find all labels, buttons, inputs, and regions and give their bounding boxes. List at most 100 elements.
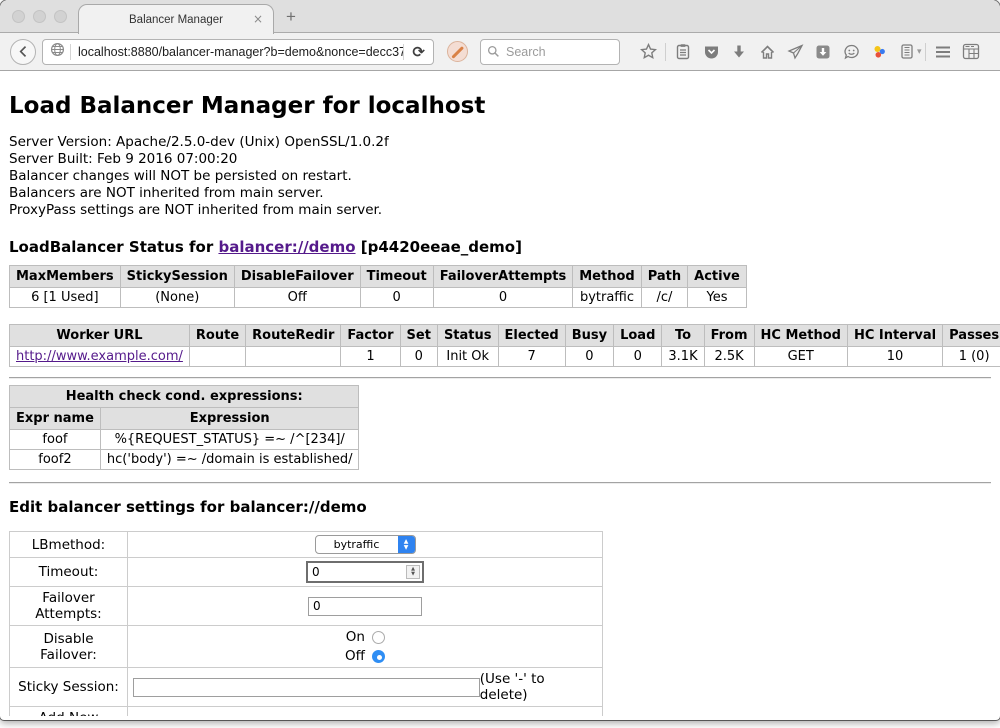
disable-failover-row: Disable Failover: On Off bbox=[10, 626, 603, 668]
back-button[interactable] bbox=[10, 39, 36, 65]
hc-interval-value: 10 bbox=[847, 347, 942, 367]
col-disablefailover: DisableFailover bbox=[234, 266, 360, 288]
sticky-session-row: Sticky Session: (Use '-' to delete) bbox=[10, 668, 603, 707]
tab-strip: Balancer Manager × + bbox=[0, 0, 1000, 33]
timeout-row: Timeout: ▲▼ bbox=[10, 558, 603, 587]
search-placeholder: Search bbox=[506, 45, 546, 59]
tab-balancer-manager[interactable]: Balancer Manager × bbox=[78, 4, 274, 34]
col-status: Status bbox=[437, 325, 498, 347]
health-check-row: foof %{REQUEST_STATUS} =~ /^[234]/ bbox=[10, 430, 359, 450]
minimize-window-button[interactable] bbox=[33, 10, 46, 23]
maxmembers-value: 6 [1 Used] bbox=[10, 288, 121, 308]
failover-attempts-input[interactable] bbox=[308, 597, 422, 616]
sticky-session-label: Sticky Session: bbox=[10, 668, 128, 707]
col-method: Method bbox=[573, 266, 641, 288]
edit-settings-heading: Edit balancer settings for balancer://de… bbox=[9, 498, 991, 516]
col-factor: Factor bbox=[341, 325, 400, 347]
tile-grid-icon[interactable] bbox=[957, 43, 985, 60]
extensions-dots-icon[interactable] bbox=[865, 44, 893, 60]
send-tab-icon[interactable] bbox=[781, 44, 809, 60]
col-load: Load bbox=[614, 325, 662, 347]
expr-name-value: foof bbox=[10, 430, 101, 450]
urlbar-separator bbox=[403, 44, 404, 60]
archive-dropdown-caret-icon[interactable]: ▾ bbox=[917, 47, 922, 57]
busy-value: 0 bbox=[565, 347, 613, 367]
factor-value: 1 bbox=[341, 347, 400, 367]
disablefailover-value: Off bbox=[234, 288, 360, 308]
routeredir-value bbox=[246, 347, 341, 367]
pocket-icon[interactable] bbox=[697, 44, 725, 60]
reload-icon[interactable]: ⟳ bbox=[412, 43, 425, 61]
worker-header-row: Worker URL Route RouteRedir Factor Set S… bbox=[10, 325, 1000, 347]
page-content: Load Balancer Manager for localhost Serv… bbox=[0, 71, 1000, 716]
bookmarks-clipboard-icon[interactable] bbox=[669, 43, 697, 60]
search-bar[interactable]: Search bbox=[480, 39, 620, 65]
col-hc-interval: HC Interval bbox=[847, 325, 942, 347]
server-version-line: Server Version: Apache/2.5.0-dev (Unix) … bbox=[9, 134, 991, 151]
content-blocked-icon[interactable] bbox=[447, 41, 468, 62]
expression-value: %{REQUEST_STATUS} =~ /^[234]/ bbox=[100, 430, 359, 450]
add-worker-row: Add New Worker: Are you sure? bbox=[10, 707, 603, 717]
server-info: Server Version: Apache/2.5.0-dev (Unix) … bbox=[9, 134, 991, 219]
tab-title: Balancer Manager bbox=[129, 14, 223, 26]
stickysession-value: (None) bbox=[120, 288, 234, 308]
add-worker-label: Add New Worker: bbox=[10, 707, 128, 717]
balancer-status-row: 6 [1 Used] (None) Off 0 0 bytraffic /c/ … bbox=[10, 288, 747, 308]
site-identity-globe-icon[interactable] bbox=[50, 42, 65, 61]
balancer-demo-link[interactable]: balancer://demo bbox=[218, 238, 355, 256]
col-path: Path bbox=[641, 266, 687, 288]
timeout-input-field[interactable] bbox=[308, 563, 404, 581]
tab-close-icon[interactable]: × bbox=[253, 12, 263, 26]
health-check-title-row: Health check cond. expressions: bbox=[10, 386, 359, 408]
timeout-input[interactable]: ▲▼ bbox=[306, 561, 424, 583]
health-check-table: Health check cond. expressions: Expr nam… bbox=[9, 385, 359, 470]
home-icon[interactable] bbox=[753, 44, 781, 60]
expression-value: hc('body') =~ /domain is established/ bbox=[100, 450, 359, 470]
worker-table: Worker URL Route RouteRedir Factor Set S… bbox=[9, 324, 1000, 367]
failover-attempts-row: Failover Attempts: bbox=[10, 587, 603, 626]
browser-window: Balancer Manager × + localhost:8880/bala… bbox=[0, 0, 1000, 720]
menu-hamburger-icon[interactable] bbox=[929, 45, 957, 59]
col-hc-method: HC Method bbox=[754, 325, 847, 347]
bookmark-star-icon[interactable] bbox=[634, 43, 662, 60]
route-value bbox=[189, 347, 245, 367]
health-check-header-row: Expr name Expression bbox=[10, 408, 359, 430]
status-value: Init Ok bbox=[437, 347, 498, 367]
feedback-smiley-icon[interactable] bbox=[837, 44, 865, 60]
balancer-status-header-row: MaxMembers StickySession DisableFailover… bbox=[10, 266, 747, 288]
divider bbox=[9, 482, 991, 484]
downloads-arrow-icon[interactable] bbox=[725, 44, 753, 60]
active-value: Yes bbox=[688, 288, 747, 308]
server-built-line: Server Built: Feb 9 2016 07:00:20 bbox=[9, 151, 991, 168]
disable-failover-on-radio[interactable] bbox=[372, 631, 385, 644]
divider bbox=[9, 377, 991, 379]
toolbar-separator bbox=[665, 43, 666, 61]
to-value: 3.1K bbox=[662, 347, 704, 367]
col-to: To bbox=[662, 325, 704, 347]
disable-failover-off-radio[interactable] bbox=[372, 650, 385, 663]
window-controls[interactable] bbox=[12, 10, 67, 23]
failoverattempts-value: 0 bbox=[433, 288, 573, 308]
sticky-session-input[interactable] bbox=[133, 678, 480, 697]
new-tab-button[interactable]: + bbox=[286, 8, 296, 25]
url-text[interactable]: localhost:8880/balancer-manager?b=demo&n… bbox=[71, 45, 403, 59]
col-expr-name: Expr name bbox=[10, 408, 101, 430]
zoom-window-button[interactable] bbox=[54, 10, 67, 23]
col-route: Route bbox=[189, 325, 245, 347]
download-panel-icon[interactable] bbox=[809, 44, 837, 60]
col-worker-url: Worker URL bbox=[10, 325, 190, 347]
lbmethod-select[interactable]: bytraffic ▲▼ bbox=[315, 535, 416, 554]
col-from: From bbox=[704, 325, 754, 347]
number-spinner-icon[interactable]: ▲▼ bbox=[406, 565, 420, 579]
worker-url-link[interactable]: http://www.example.com/ bbox=[16, 349, 183, 364]
radio-off-label: Off bbox=[345, 648, 365, 664]
persist-warning-line: Balancer changes will NOT be persisted o… bbox=[9, 168, 991, 185]
col-maxmembers: MaxMembers bbox=[10, 266, 121, 288]
proxypass-inherit-line: ProxyPass settings are NOT inherited fro… bbox=[9, 202, 991, 219]
close-window-button[interactable] bbox=[12, 10, 25, 23]
toolbar-separator bbox=[925, 43, 926, 61]
url-bar[interactable]: localhost:8880/balancer-manager?b=demo&n… bbox=[42, 39, 434, 65]
path-value: /c/ bbox=[641, 288, 687, 308]
col-timeout: Timeout bbox=[360, 266, 433, 288]
radio-on-label: On bbox=[345, 629, 365, 645]
